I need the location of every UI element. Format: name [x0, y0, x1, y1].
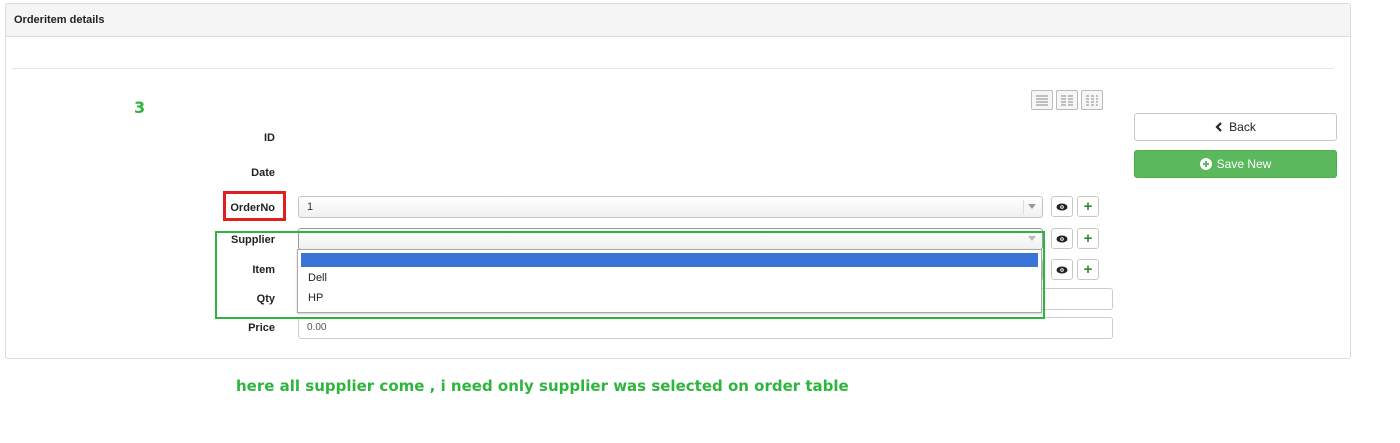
date-label: Date: [251, 167, 275, 179]
eye-icon: [1056, 266, 1068, 273]
plus-icon: +: [1083, 261, 1093, 278]
save-new-button[interactable]: Save New: [1134, 150, 1337, 178]
back-button-label: Back: [1229, 120, 1256, 134]
save-new-button-label: Save New: [1216, 157, 1272, 171]
layout-toggles: [1031, 90, 1103, 110]
plus-icon: +: [1083, 230, 1093, 247]
order-no-add-button[interactable]: +: [1077, 196, 1099, 217]
supplier-add-button[interactable]: +: [1077, 228, 1099, 249]
price-label: Price: [248, 322, 275, 334]
plus-circle-icon: [1199, 158, 1212, 170]
price-input[interactable]: 0.00: [298, 317, 1113, 339]
layout-one-column-icon[interactable]: [1031, 90, 1053, 110]
layout-two-column-icon[interactable]: [1056, 90, 1078, 110]
annotation-caption: here all supplier come , i need only sup…: [236, 377, 849, 395]
eye-icon: [1056, 203, 1068, 210]
chevron-left-icon: [1215, 122, 1222, 132]
price-value: 0.00: [307, 322, 327, 333]
order-no-value: 1: [307, 201, 314, 213]
divider: [12, 68, 1334, 69]
id-label: ID: [264, 132, 275, 144]
panel-title: Orderitem details: [6, 4, 1350, 37]
annotation-green-box: [215, 231, 1045, 319]
plus-icon: +: [1083, 198, 1093, 215]
annotation-red-box: [223, 191, 286, 221]
item-add-button[interactable]: +: [1077, 259, 1099, 280]
annotation-number: 3: [134, 98, 146, 117]
order-no-select[interactable]: 1: [298, 196, 1043, 218]
supplier-view-button[interactable]: [1051, 228, 1073, 249]
layout-three-column-icon[interactable]: [1081, 90, 1103, 110]
chevron-down-icon: [1028, 204, 1036, 209]
item-view-button[interactable]: [1051, 259, 1073, 280]
eye-icon: [1056, 235, 1068, 242]
back-button[interactable]: Back: [1134, 113, 1337, 141]
order-no-view-button[interactable]: [1051, 196, 1073, 217]
